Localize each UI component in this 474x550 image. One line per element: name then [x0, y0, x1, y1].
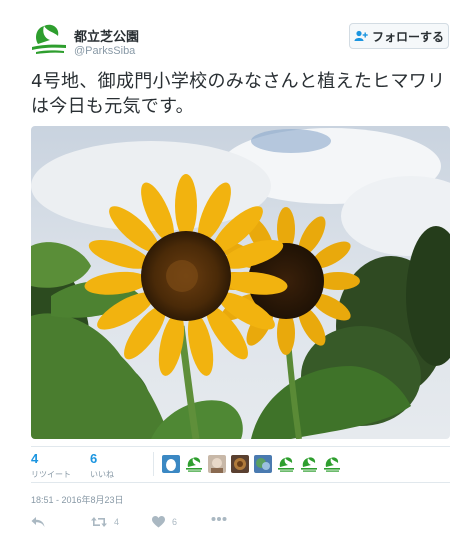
divider [31, 446, 450, 447]
more-dots-icon [211, 516, 227, 522]
like-action-count: 6 [172, 517, 178, 527]
retweet-button[interactable]: 4 [91, 516, 119, 528]
blue-egg-avatar[interactable] [162, 455, 180, 473]
like-button[interactable]: 6 [152, 516, 177, 528]
tweet-text: 4号地、御成門小学校のみなさんと植えたヒマワリは今日も元気です。 [31, 71, 446, 117]
retweet-label: リツイート [31, 470, 71, 479]
tweet-card: 都立芝公園 @ParksSiba フォローする 4号地、御成門小学校のみなさんと… [0, 0, 474, 550]
green-leaf-avatar[interactable] [300, 455, 318, 473]
green-leaf-avatar[interactable] [323, 455, 341, 473]
photo-avatar[interactable] [254, 455, 272, 473]
follow-button[interactable]: フォローする [349, 23, 449, 49]
like-stat[interactable]: 6 いいね [90, 451, 114, 480]
follow-button-label: フォローする [371, 29, 444, 44]
green-hand-leaf-logo-icon[interactable] [30, 20, 68, 58]
retweet-icon [91, 516, 107, 528]
green-leaf-avatar[interactable] [185, 455, 203, 473]
retweet-stat[interactable]: 4 リツイート [31, 451, 71, 480]
photo-avatar[interactable] [231, 455, 249, 473]
heart-icon [152, 516, 165, 528]
stats-separator [153, 452, 154, 476]
reply-icon [31, 516, 45, 528]
sunflower-photo[interactable] [31, 126, 450, 439]
tweet-timestamp[interactable]: 18:51 - 2016年8月23日 [31, 493, 124, 506]
reply-button[interactable] [31, 516, 45, 528]
like-label: いいね [90, 470, 114, 479]
like-count: 6 [90, 451, 98, 466]
display-name[interactable]: 都立芝公園 [74, 26, 139, 45]
divider [31, 482, 450, 483]
more-button[interactable] [211, 516, 227, 522]
add-user-icon [354, 30, 368, 42]
user-handle[interactable]: @ParksSiba [74, 45, 135, 57]
photo-avatar[interactable] [208, 455, 226, 473]
retweet-count: 4 [31, 451, 39, 466]
green-leaf-avatar[interactable] [277, 455, 295, 473]
retweet-action-count: 4 [114, 517, 120, 527]
liker-avatars [162, 455, 346, 473]
